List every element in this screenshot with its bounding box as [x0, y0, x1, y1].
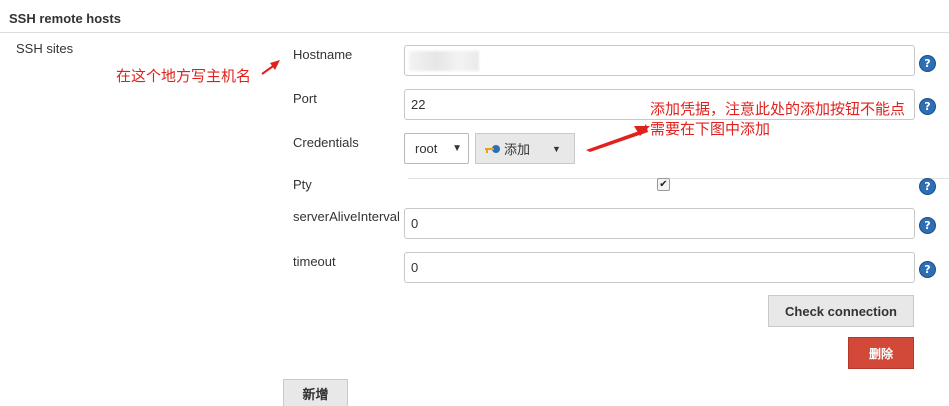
help-icon[interactable]: ? [919, 178, 936, 195]
pty-checkbox[interactable]: ✔ [657, 178, 670, 191]
timeout-value: 0 [411, 260, 419, 275]
delete-button[interactable]: 删除 [848, 337, 914, 369]
credentials-annotation-line2: 需要在下图中添加 [650, 121, 771, 138]
key-icon [485, 144, 500, 153]
section-title: SSH remote hosts [9, 11, 121, 26]
hostname-redacted [409, 50, 479, 71]
timeout-label: timeout [293, 254, 336, 269]
port-value: 22 [411, 97, 426, 112]
credentials-selected: root [415, 141, 438, 156]
help-icon[interactable]: ? [919, 98, 936, 115]
hostname-input[interactable] [404, 45, 915, 76]
server-alive-interval-label: serverAliveInterval [293, 209, 400, 224]
credentials-add-button[interactable]: 添加 ▼ [475, 133, 575, 164]
pty-label: Pty [293, 177, 312, 192]
credentials-annotation-line1: 添加凭据，注意此处的添加按钮不能点 [650, 100, 908, 119]
credentials-select[interactable]: root ▼ [404, 133, 469, 164]
check-connection-button[interactable]: Check connection [768, 295, 914, 327]
credentials-add-label: 添加 [504, 142, 531, 157]
hostname-annotation: 在这个地方写主机名 [116, 68, 252, 85]
help-icon[interactable]: ? [919, 217, 936, 234]
annotation-arrow-credentials [586, 124, 650, 152]
server-alive-interval-value: 0 [411, 216, 419, 231]
ssh-sites-label: SSH sites [16, 41, 74, 56]
caret-down-icon: ▼ [552, 143, 561, 154]
server-alive-interval-input[interactable]: 0 [404, 208, 915, 239]
section-divider [0, 32, 949, 33]
help-icon[interactable]: ? [919, 55, 936, 72]
check-icon: ✔ [659, 179, 668, 190]
hostname-label: Hostname [293, 47, 353, 62]
annotation-arrow-hostname [261, 60, 280, 75]
timeout-input[interactable]: 0 [404, 252, 915, 283]
port-label: Port [293, 91, 317, 106]
credentials-label: Credentials [293, 135, 359, 150]
help-icon[interactable]: ? [919, 261, 936, 278]
pty-divider [408, 178, 949, 179]
add-new-button[interactable]: 新增 [283, 379, 348, 406]
caret-down-icon: ▼ [452, 143, 462, 154]
